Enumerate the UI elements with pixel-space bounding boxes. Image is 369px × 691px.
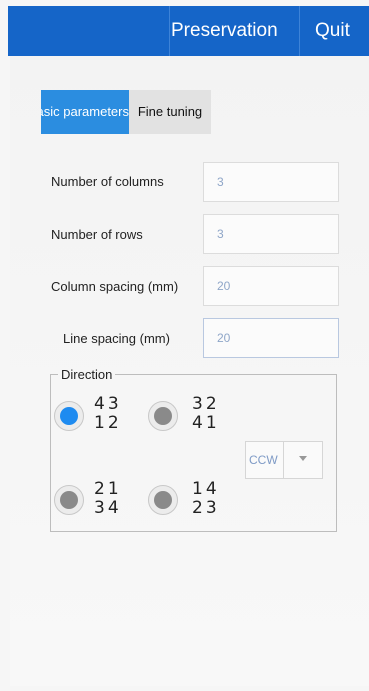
radio-dot: [60, 407, 78, 425]
top-bar: Preservation Quit: [8, 6, 369, 56]
line-spacing-input[interactable]: 20: [203, 318, 339, 358]
separator: [299, 6, 300, 56]
direction-option-2-bottom: 41: [192, 413, 220, 433]
direction-option-2-top: 32: [192, 394, 220, 414]
direction-option-4-radio[interactable]: [148, 485, 178, 515]
chevron-down-icon[interactable]: [299, 456, 307, 461]
save-button[interactable]: Preservation: [171, 6, 278, 56]
rotation-select-value: CCW: [249, 453, 278, 467]
direction-option-4-top: 14: [192, 479, 220, 499]
direction-option-1-bottom: 12: [94, 413, 122, 433]
tab-bar: Basic parameters Fine tuning: [41, 90, 211, 134]
radio-dot: [154, 407, 172, 425]
rows-input[interactable]: 3: [203, 214, 339, 254]
direction-option-3-bottom: 34: [94, 498, 122, 518]
select-divider: [283, 442, 284, 478]
tab-fine-tuning[interactable]: Fine tuning: [129, 90, 211, 134]
columns-input[interactable]: 3: [203, 162, 339, 202]
quit-button[interactable]: Quit: [315, 6, 350, 56]
separator: [169, 6, 170, 56]
radio-dot: [60, 491, 78, 509]
direction-option-1-top: 43: [94, 394, 122, 414]
direction-legend: Direction: [58, 367, 116, 382]
tab-label: Basic parameters: [41, 104, 129, 119]
rotation-select[interactable]: CCW: [245, 441, 323, 479]
line-spacing-label: Line spacing (mm): [63, 331, 170, 346]
direction-option-4-bottom: 23: [192, 498, 220, 518]
column-spacing-label: Column spacing (mm): [51, 279, 179, 294]
radio-dot: [154, 491, 172, 509]
direction-option-2-radio[interactable]: [148, 401, 178, 431]
tab-label: Fine tuning: [137, 104, 203, 119]
tab-basic-parameters[interactable]: Basic parameters: [41, 90, 129, 134]
direction-option-1-radio[interactable]: [54, 401, 84, 431]
columns-label: Number of columns: [51, 174, 164, 189]
column-spacing-input[interactable]: 20: [203, 266, 339, 306]
rows-label: Number of rows: [51, 227, 143, 242]
direction-option-3-radio[interactable]: [54, 485, 84, 515]
direction-option-3-top: 21: [94, 479, 122, 499]
